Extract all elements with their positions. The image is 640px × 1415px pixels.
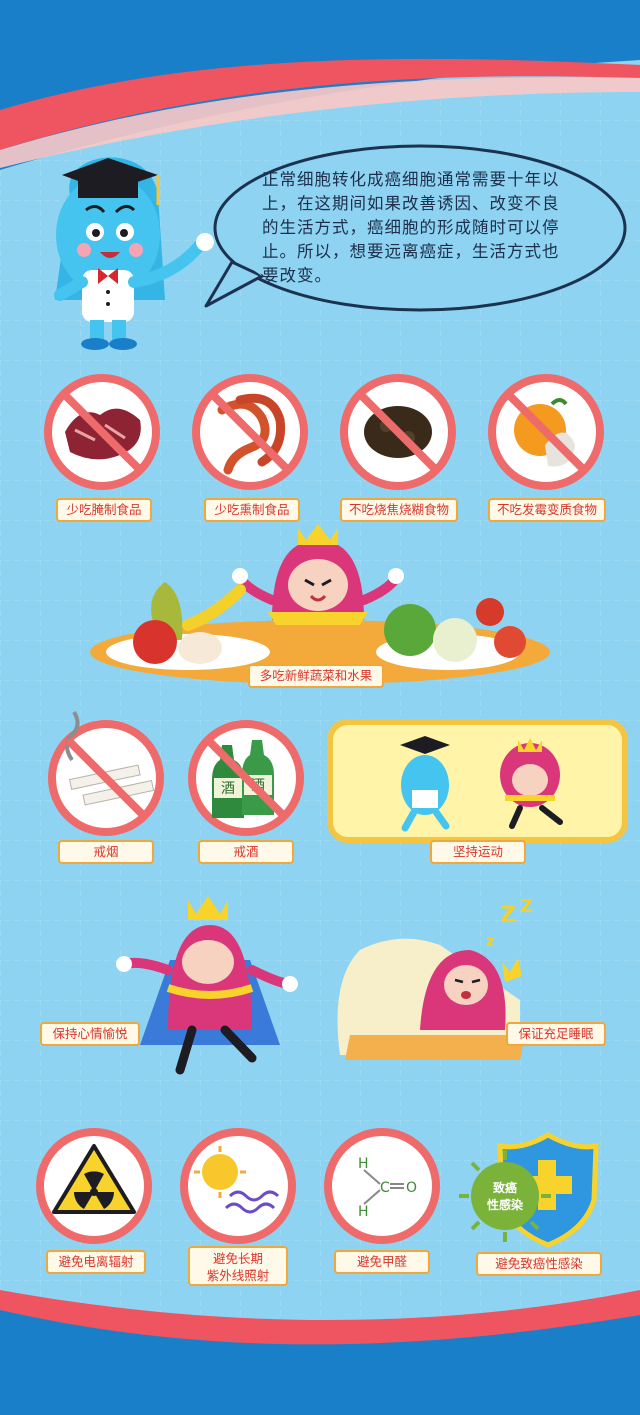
label-fresh-food: 多吃新鲜蔬菜和水果 xyxy=(248,664,384,688)
intro-line-2: 上，在这期间如果改善诱因、改变不良 xyxy=(262,194,560,213)
label-burnt-food: 不吃烧焦烧糊食物 xyxy=(340,498,458,522)
shield-text-bottom: 性感染 xyxy=(486,1197,524,1212)
atom-h-bottom: H xyxy=(358,1204,369,1220)
intro-line-1: 正常细胞转化成癌细胞通常需要十年以 xyxy=(262,170,560,189)
intro-line-4: 止。所以，想要远离癌症，生活方式也 xyxy=(262,242,560,261)
ban-smoked-food-icon xyxy=(192,374,308,490)
label-sleep: 保证充足睡眠 xyxy=(506,1022,606,1046)
label-uv-line2: 紫外线照射 xyxy=(206,1268,270,1283)
ban-burnt-food-icon xyxy=(340,374,456,490)
ban-cured-food-icon xyxy=(44,374,160,490)
atom-c: C xyxy=(380,1180,390,1196)
intro-line-3: 的生活方式，癌细胞的形成随时可以停 xyxy=(262,218,560,237)
label-no-smoking: 戒烟 xyxy=(58,840,154,864)
label-uv: 避免长期 紫外线照射 xyxy=(188,1246,288,1286)
ban-drinking-icon: 酒 酒 xyxy=(188,720,304,836)
label-no-drinking: 戒酒 xyxy=(198,840,294,864)
intro-line-5: 要改变。 xyxy=(262,266,332,285)
sleep-z-large: Z xyxy=(500,903,516,928)
atom-o: O xyxy=(406,1180,417,1196)
label-happy: 保持心情愉悦 xyxy=(40,1022,140,1046)
radiation-icon xyxy=(36,1128,152,1244)
shield-text-top: 致癌 xyxy=(493,1180,517,1195)
exercise-panel xyxy=(327,719,628,843)
label-uv-line1: 避免长期 xyxy=(212,1251,263,1266)
label-exercise: 坚持运动 xyxy=(430,840,526,864)
label-infection: 避免致癌性感染 xyxy=(476,1252,602,1276)
label-smoked-food: 少吃熏制食品 xyxy=(204,498,300,522)
label-moldy-food: 不吃发霉变质食物 xyxy=(488,498,606,522)
sleep-z-small: z xyxy=(486,934,494,950)
intro-text: 正常细胞转化成癌细胞通常需要十年以 上，在这期间如果改善诱因、改变不良 的生活方… xyxy=(262,168,592,288)
formaldehyde-icon: H C O H xyxy=(324,1128,440,1244)
label-cured-food: 少吃腌制食品 xyxy=(56,498,152,522)
ban-moldy-food-icon xyxy=(488,374,604,490)
atom-h-top: H xyxy=(358,1156,369,1172)
uv-sun-icon xyxy=(180,1128,296,1244)
bottle-label-left: 酒 xyxy=(221,781,235,797)
sleep-z-medium: Z xyxy=(520,896,533,917)
label-formaldehyde: 避免甲醛 xyxy=(334,1250,430,1274)
label-radiation: 避免电离辐射 xyxy=(46,1250,146,1274)
